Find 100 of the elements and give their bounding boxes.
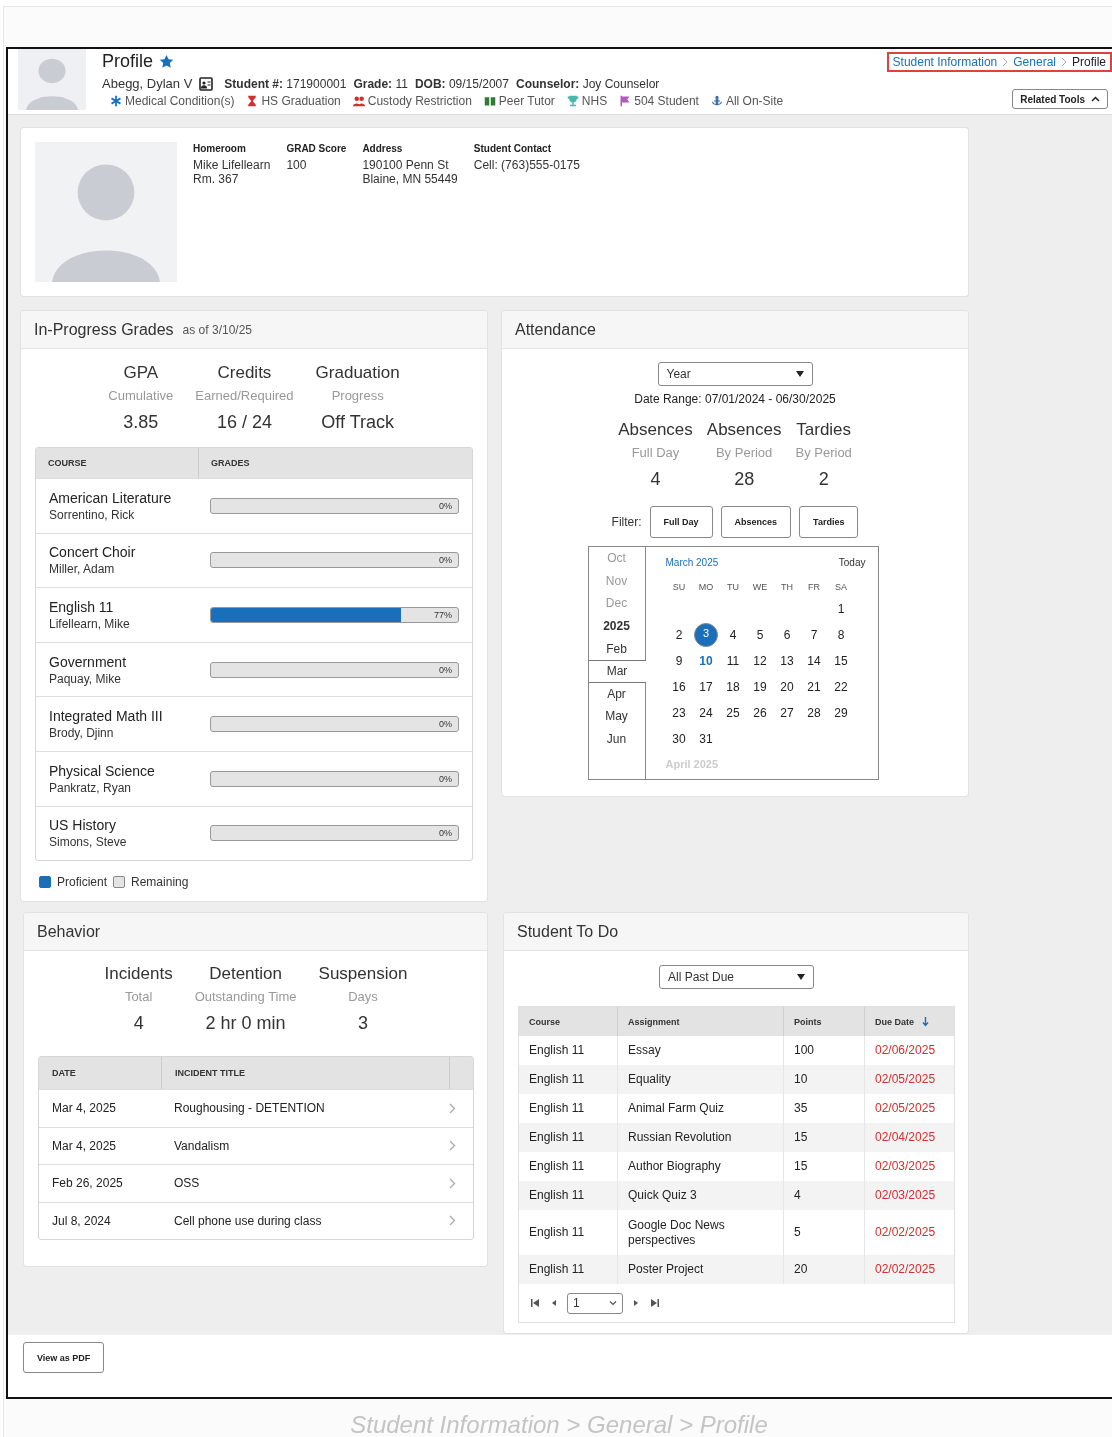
field-label: Homeroom: [193, 142, 247, 156]
flag-label[interactable]: All On-Site: [725, 94, 784, 108]
calendar-day[interactable]: 17: [699, 674, 713, 700]
teacher-name: Simons, Steve: [49, 835, 128, 850]
calendar-day[interactable]: 9: [675, 648, 683, 674]
course-name[interactable]: Physical Science: [49, 762, 198, 779]
teacher-name: Pankratz, Ryan: [49, 780, 133, 795]
calendar-day[interactable]: 8: [837, 622, 845, 648]
star-icon[interactable]: [159, 54, 175, 69]
incident-title[interactable]: OSS: [161, 1176, 449, 1191]
month-item[interactable]: May: [588, 705, 645, 728]
caret-icon: [797, 974, 805, 981]
course-name[interactable]: Concert Choir: [49, 544, 198, 561]
calendar-day[interactable]: 3: [694, 623, 718, 647]
calendar-day[interactable]: 13: [780, 648, 794, 674]
calendar-day[interactable]: 21: [807, 674, 821, 700]
calendar-day[interactable]: 22: [834, 674, 848, 700]
calendar-day[interactable]: 23: [672, 700, 686, 726]
calendar-day[interactable]: 14: [807, 648, 821, 674]
calendar-day[interactable]: 27: [780, 700, 794, 726]
filter-button[interactable]: Absences: [720, 506, 792, 538]
calendar-day[interactable]: 1: [837, 596, 845, 622]
stat-title: Credits: [217, 363, 272, 383]
breadcrumb-link[interactable]: Student Information: [892, 55, 998, 69]
column-header: COURSE: [47, 457, 88, 470]
today-link[interactable]: Today: [838, 557, 866, 568]
flag-label[interactable]: 504 Student: [634, 94, 699, 108]
calendar-day[interactable]: 12: [753, 648, 767, 674]
calendar-day[interactable]: 18: [726, 674, 740, 700]
table-cell-text: English 11: [528, 1042, 586, 1060]
column-header[interactable]: Assignment: [628, 1016, 680, 1027]
calendar-day[interactable]: 16: [672, 674, 686, 700]
last-page-icon[interactable]: [651, 1299, 659, 1308]
student-detail: Student #: 171900001: [224, 76, 347, 91]
calendar-day[interactable]: 5: [756, 622, 764, 648]
column-header[interactable]: Points: [794, 1016, 822, 1027]
calendar-day[interactable]: 4: [729, 622, 737, 648]
course-name[interactable]: American Literature: [49, 489, 198, 506]
stat-label: Earned/Required: [195, 388, 294, 403]
flag-label[interactable]: HS Graduation: [261, 94, 341, 108]
flag-label[interactable]: NHS: [581, 94, 608, 108]
column-header[interactable]: Due Date: [875, 1016, 914, 1027]
grade-percent: 0%: [439, 500, 452, 511]
course-name[interactable]: US History: [49, 817, 198, 834]
calendar-day[interactable]: 28: [807, 700, 821, 726]
page-select[interactable]: 1: [567, 1292, 623, 1314]
course-name[interactable]: Integrated Math III: [49, 708, 198, 725]
column-header: DATE: [51, 1067, 77, 1081]
column-header: INCIDENT TITLE: [161, 1057, 449, 1090]
stat-title: Suspension: [318, 964, 408, 985]
course-name[interactable]: English 11: [49, 599, 198, 615]
calendar-day[interactable]: 30: [672, 726, 686, 752]
legend-label: Proficient: [57, 875, 108, 890]
calendar-day[interactable]: 24: [699, 700, 713, 726]
calendar-day[interactable]: 15: [834, 648, 848, 674]
calendar-day[interactable]: 7: [810, 622, 818, 648]
flag-label[interactable]: Medical Condition(s): [125, 94, 235, 108]
id-card-icon[interactable]: [199, 76, 214, 91]
calendar-day[interactable]: 6: [783, 622, 791, 648]
filter-button[interactable]: Full Day: [649, 506, 713, 538]
calendar-day[interactable]: 2: [675, 622, 683, 648]
month-item[interactable]: Feb: [588, 637, 645, 660]
calendar-day[interactable]: 19: [753, 674, 767, 700]
chevron-up-icon: [1091, 96, 1100, 102]
view-pdf-button[interactable]: View as PDF: [23, 1342, 105, 1374]
column-header[interactable]: Course: [529, 1016, 560, 1027]
filter-button[interactable]: Tardies: [799, 506, 859, 538]
calendar-day[interactable]: 25: [726, 700, 740, 726]
calendar-day[interactable]: 11: [726, 648, 740, 674]
weekday-label: FR: [807, 582, 821, 592]
calendar-day[interactable]: 29: [834, 700, 848, 726]
breadcrumb-link[interactable]: General: [1013, 55, 1056, 69]
field-value: Rm. 367: [193, 172, 240, 186]
filter-select[interactable]: All Past Due: [659, 965, 814, 990]
month-item[interactable]: Mar: [588, 659, 646, 683]
first-page-icon[interactable]: [531, 1299, 539, 1308]
month-item[interactable]: Apr: [588, 682, 645, 706]
stat-title: Detention: [209, 964, 282, 985]
stat-label: Progress: [331, 388, 384, 403]
month-item[interactable]: Jun: [588, 727, 645, 751]
range-select[interactable]: Year: [657, 362, 813, 386]
calendar-day[interactable]: 31: [699, 726, 713, 752]
teacher-name: Sorrentino, Rick: [49, 507, 136, 522]
incident-title[interactable]: Vandalism: [161, 1138, 449, 1153]
calendar-day[interactable]: 20: [780, 674, 794, 700]
filter-label: Filter:: [611, 515, 642, 529]
student-detail: Grade: 11: [353, 76, 408, 91]
flag-label[interactable]: Custody Restriction: [367, 94, 472, 108]
stat-label: Full Day: [631, 445, 680, 460]
course-name[interactable]: Government: [49, 653, 198, 670]
related-tools-button[interactable]: Related Tools: [1012, 89, 1108, 109]
year-item[interactable]: 2025: [588, 614, 645, 638]
incident-title[interactable]: Cell phone use during class: [161, 1213, 449, 1228]
stat-label: By Period: [715, 445, 773, 460]
calendar-day[interactable]: 26: [753, 700, 767, 726]
calendar-day[interactable]: 10: [699, 648, 713, 674]
student-detail: DOB: 09/15/2007: [414, 76, 509, 91]
incident-title[interactable]: Roughousing - DETENTION: [161, 1101, 449, 1116]
flag-label[interactable]: Peer Tutor: [498, 94, 555, 108]
table-cell: Poster Project: [617, 1255, 783, 1285]
